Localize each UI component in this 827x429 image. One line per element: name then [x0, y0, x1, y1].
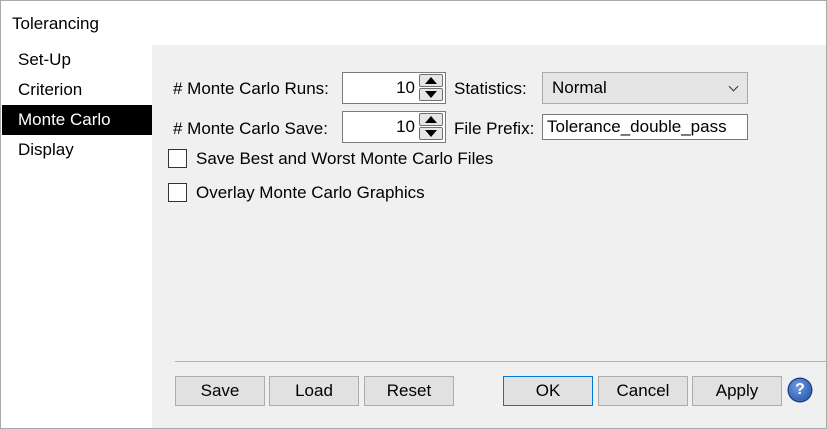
load-button[interactable]: Load — [269, 376, 359, 406]
overlay-graphics-label: Overlay Monte Carlo Graphics — [196, 183, 425, 202]
save-button[interactable]: Save — [175, 376, 265, 406]
sidebar-item-label: Set-Up — [18, 50, 71, 69]
sidebar: Set-Up Criterion Monte Carlo Display — [2, 45, 152, 165]
ok-button[interactable]: OK — [503, 376, 593, 406]
file-prefix-label: File Prefix: — [454, 119, 535, 138]
arrow-down-icon[interactable] — [419, 88, 443, 101]
file-prefix-input[interactable]: Tolerance_double_pass — [542, 114, 748, 140]
monte-carlo-runs-label: # Monte Carlo Runs: — [173, 79, 329, 98]
sidebar-item-display[interactable]: Display — [2, 135, 152, 165]
statistics-label: Statistics: — [454, 79, 527, 98]
sidebar-item-set-up[interactable]: Set-Up — [2, 45, 152, 75]
arrow-up-icon[interactable] — [419, 113, 443, 126]
monte-carlo-save-label: # Monte Carlo Save: — [173, 119, 328, 138]
cancel-button[interactable]: Cancel — [598, 376, 688, 406]
arrow-down-icon[interactable] — [419, 127, 443, 140]
save-best-worst-label: Save Best and Worst Monte Carlo Files — [196, 149, 494, 168]
sidebar-item-criterion[interactable]: Criterion — [2, 75, 152, 105]
button-separator — [175, 361, 826, 362]
apply-button[interactable]: Apply — [692, 376, 782, 406]
monte-carlo-save-value[interactable]: 10 — [396, 112, 415, 142]
arrow-up-icon[interactable] — [419, 74, 443, 87]
monte-carlo-runs-stepper[interactable]: 10 — [342, 72, 446, 104]
monte-carlo-save-stepper[interactable]: 10 — [342, 111, 446, 143]
tolerancing-window: Tolerancing Set-Up Criterion Monte Carlo… — [0, 0, 827, 429]
monte-carlo-panel: # Monte Carlo Runs: 10 Statistics: Norma… — [152, 45, 826, 428]
sidebar-item-label: Display — [18, 140, 74, 159]
reset-button[interactable]: Reset — [364, 376, 454, 406]
sidebar-item-monte-carlo[interactable]: Monte Carlo — [2, 105, 152, 135]
save-best-worst-checkbox[interactable] — [168, 149, 187, 168]
help-icon[interactable]: ? — [789, 379, 811, 401]
window-title: Tolerancing — [12, 14, 99, 33]
chevron-down-icon[interactable] — [728, 81, 739, 92]
statistics-value: Normal — [552, 78, 607, 97]
overlay-graphics-checkbox[interactable] — [168, 183, 187, 202]
sidebar-item-label: Monte Carlo — [18, 110, 111, 129]
sidebar-item-label: Criterion — [18, 80, 83, 99]
monte-carlo-runs-value[interactable]: 10 — [396, 73, 415, 103]
statistics-select[interactable]: Normal — [542, 72, 748, 104]
